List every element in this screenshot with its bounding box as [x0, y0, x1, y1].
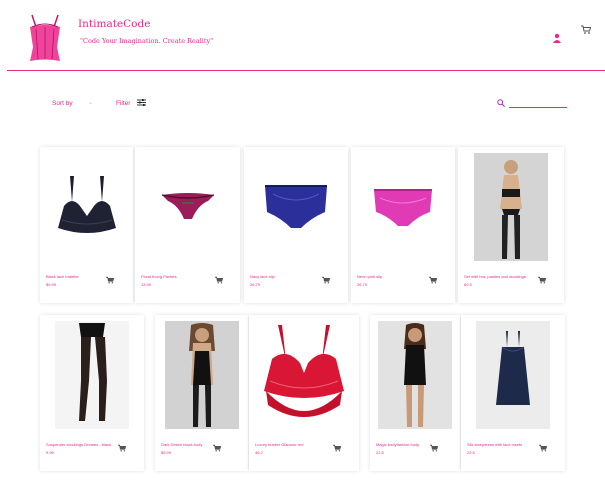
product-name[interactable]: Suspender stockings Dreams - black [46, 442, 111, 447]
chevron-down-icon[interactable]: ⌄ [88, 99, 93, 106]
product-card[interactable]: Black lace bralette $9.99 [40, 147, 133, 303]
product-price: 22.5 [376, 450, 384, 455]
product-price: 26.79 [250, 282, 261, 287]
product-card[interactable]: Set with bra, panties and stockings 60.5 [458, 147, 564, 303]
sort-by-dropdown[interactable]: Sort by [52, 100, 73, 107]
user-icon[interactable] [552, 33, 562, 43]
product-price: 46.2 [255, 450, 263, 455]
add-to-cart-icon[interactable] [538, 276, 546, 284]
product-price: 22.5 [467, 450, 475, 455]
product-name[interactable]: Set with bra, panties and stockings [464, 274, 526, 279]
product-name[interactable]: Neon pink slip [357, 274, 382, 279]
cart-icon[interactable] [581, 25, 591, 34]
product-name[interactable]: Silk sleepdress with lace insets [467, 442, 522, 447]
product-image[interactable] [45, 153, 128, 261]
product-name[interactable]: Luxury bustier Glamour red [255, 442, 303, 447]
header: IntimateCode "Code Your Imagination. Cre… [0, 0, 605, 72]
product-image[interactable] [249, 153, 343, 261]
add-to-cart-icon[interactable] [539, 444, 547, 452]
corset-logo[interactable] [26, 13, 64, 63]
product-image[interactable] [140, 153, 235, 261]
search-input[interactable] [509, 97, 567, 108]
add-to-cart-icon[interactable] [430, 444, 438, 452]
product-card[interactable]: Neon pink slip 26.79 [351, 147, 455, 303]
filter-button[interactable]: Filter [116, 100, 130, 107]
add-to-cart-icon[interactable] [333, 444, 341, 452]
product-name[interactable]: Navy lace slip [250, 274, 275, 279]
header-divider [7, 70, 605, 71]
product-card[interactable]: Dark Desire black body $9.99 [155, 315, 248, 471]
product-name[interactable]: Magic bodyfashion body [376, 442, 419, 447]
add-to-cart-icon[interactable] [106, 276, 114, 284]
product-card[interactable]: Luxury bustier Glamour red 46.2 [249, 315, 359, 471]
product-card[interactable]: Navy lace slip 26.79 [244, 147, 348, 303]
product-image[interactable] [463, 153, 559, 261]
product-price: 9.99 [46, 450, 54, 455]
add-to-cart-icon[interactable] [213, 444, 221, 452]
product-card[interactable]: Floral thong Panties 13.99 [135, 147, 240, 303]
product-image[interactable] [254, 321, 354, 429]
product-image[interactable] [375, 321, 455, 429]
brand-name[interactable]: IntimateCode [78, 18, 150, 30]
product-card[interactable]: Silk sleepdress with lace insets 22.5 [461, 315, 565, 471]
product-image[interactable] [160, 321, 243, 429]
add-to-cart-icon[interactable] [429, 276, 437, 284]
product-price: $9.99 [46, 282, 57, 287]
product-image[interactable] [45, 321, 139, 429]
product-card[interactable]: Magic bodyfashion body 22.5 [370, 315, 460, 471]
search-icon[interactable] [497, 99, 505, 107]
add-to-cart-icon[interactable] [118, 444, 126, 452]
product-price: 60.5 [464, 282, 472, 287]
tagline: "Code Your Imagination. Create Reality" [80, 37, 214, 45]
add-to-cart-icon[interactable] [322, 276, 330, 284]
product-price: 26.79 [357, 282, 368, 287]
product-image[interactable] [466, 321, 560, 429]
add-to-cart-icon[interactable] [215, 276, 223, 284]
product-card[interactable]: Suspender stockings Dreams - black 9.99 [40, 315, 144, 471]
product-image[interactable] [356, 153, 450, 261]
product-price: 13.99 [141, 282, 152, 287]
product-price: $9.99 [161, 450, 172, 455]
filter-icon[interactable] [137, 98, 146, 107]
product-name[interactable]: Floral thong Panties [141, 274, 177, 279]
product-name[interactable]: Black lace bralette [46, 274, 79, 279]
product-name[interactable]: Dark Desire black body [161, 442, 202, 447]
